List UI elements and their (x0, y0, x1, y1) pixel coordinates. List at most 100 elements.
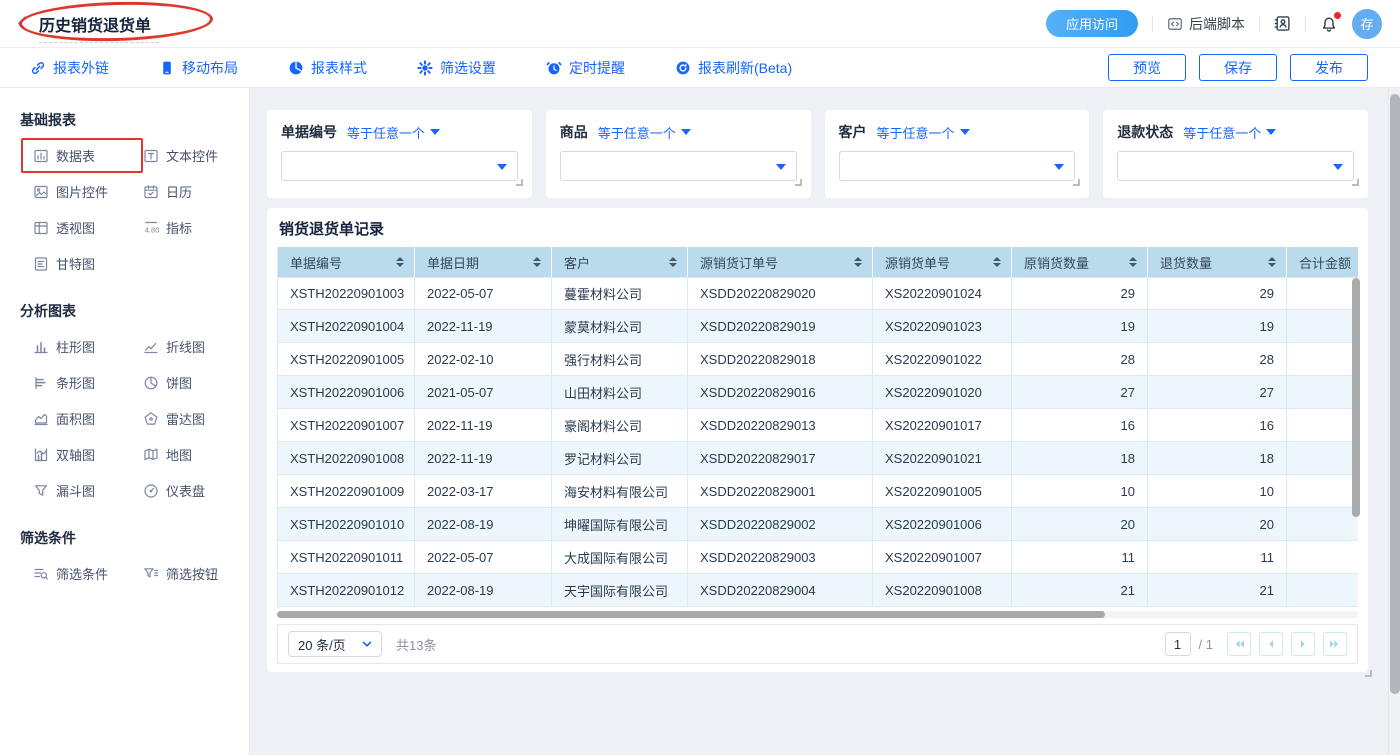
sidebar-item-label: 文本控件 (166, 146, 218, 165)
filter-value-select[interactable] (1117, 151, 1354, 181)
table-vertical-scrollbar[interactable] (1352, 278, 1360, 517)
sort-icon[interactable] (669, 257, 677, 267)
toolbar-item-label: 报表样式 (311, 58, 367, 78)
filter-operator-dropdown[interactable]: 等于任意一个 (1183, 123, 1276, 142)
table-row[interactable]: XSTH202209010062021-05-07山田材料公司XSDD20220… (277, 376, 1358, 409)
members-button[interactable] (1274, 15, 1291, 32)
filter-operator-label: 等于任意一个 (598, 123, 676, 142)
chevron-down-icon (362, 640, 372, 648)
sidebar-item-map[interactable]: 地图 (143, 445, 247, 464)
avatar[interactable]: 存 (1352, 9, 1382, 39)
title-dashed-underline (39, 42, 159, 43)
sidebar-item-area-chart[interactable]: 面积图 (33, 409, 137, 428)
page-number-input[interactable] (1165, 632, 1191, 656)
column-header[interactable]: 原销货数量 (1012, 247, 1148, 277)
table-row[interactable]: XSTH202209010032022-05-07蔓霍材料公司XSDD20220… (277, 277, 1358, 310)
toolbar-item-label: 报表刷新(Beta) (698, 58, 792, 78)
sidebar-item-calendar[interactable]: 日历 (143, 182, 247, 201)
sort-icon[interactable] (1129, 257, 1137, 267)
next-page-button[interactable] (1291, 632, 1315, 656)
app-access-button[interactable]: 应用访问 (1046, 10, 1138, 37)
sidebar-item-radar-chart[interactable]: 雷达图 (143, 409, 247, 428)
table-row[interactable]: XSTH202209010072022-11-19豪阁材料公司XSDD20220… (277, 409, 1358, 442)
table-horizontal-scrollbar[interactable] (277, 611, 1358, 618)
table-row[interactable]: XSTH202209010102022-08-19坤曜国际有限公司XSDD202… (277, 508, 1358, 541)
toolbar-item-alarm[interactable]: 定时提醒 (546, 58, 625, 78)
publish-button[interactable]: 发布 (1290, 54, 1368, 81)
first-page-button[interactable] (1227, 632, 1251, 656)
table-cell: XS20220901020 (873, 376, 1012, 409)
sidebar-item-text-widget[interactable]: 文本控件 (143, 146, 247, 165)
notifications-button[interactable] (1320, 15, 1338, 33)
prev-page-button[interactable] (1259, 632, 1283, 656)
toolbar-item-mobile[interactable]: 移动布局 (159, 58, 238, 78)
toolbar-item-refresh[interactable]: 报表刷新(Beta) (675, 58, 792, 78)
horizontal-scrollbar-thumb[interactable] (277, 611, 1105, 618)
sidebar-item-gantt[interactable]: 甘特图 (33, 254, 137, 273)
filter-value-select[interactable] (560, 151, 797, 181)
widget-resize-handle[interactable] (1352, 179, 1359, 186)
sort-icon[interactable] (854, 257, 862, 267)
sidebar-item-image-widget[interactable]: 图片控件 (33, 182, 137, 201)
sidebar-item-filter-condition[interactable]: 筛选条件 (33, 564, 137, 583)
sort-icon[interactable] (1268, 257, 1276, 267)
sidebar-item-label: 漏斗图 (56, 481, 95, 500)
preview-button[interactable]: 预览 (1108, 54, 1186, 81)
widget-resize-handle[interactable] (1365, 670, 1372, 677)
last-page-button[interactable] (1323, 632, 1347, 656)
sidebar-item-column-chart[interactable]: 柱形图 (33, 337, 137, 356)
table-row[interactable]: XSTH202209010122022-08-19天宇国际有限公司XSDD202… (277, 574, 1358, 607)
sidebar-item-data-table[interactable]: 数据表 (33, 146, 137, 165)
sort-icon[interactable] (993, 257, 1001, 267)
widget-resize-handle[interactable] (1073, 179, 1080, 186)
column-header[interactable]: 退货数量 (1148, 247, 1287, 277)
filter-widget[interactable]: 退款状态等于任意一个 (1103, 110, 1368, 198)
table-row[interactable]: XSTH202209010042022-11-19蒙莫材料公司XSDD20220… (277, 310, 1358, 343)
table-row[interactable]: XSTH202209010082022-11-19罗记材料公司XSDD20220… (277, 442, 1358, 475)
filter-operator-dropdown[interactable]: 等于任意一个 (347, 123, 440, 142)
table-row[interactable]: XSTH202209010112022-05-07大成国际有限公司XSDD202… (277, 541, 1358, 574)
column-header[interactable]: 单据日期 (415, 247, 552, 277)
sidebar-item-gauge[interactable]: 仪表盘 (143, 481, 247, 500)
filter-operator-dropdown[interactable]: 等于任意一个 (877, 123, 970, 142)
back-button[interactable] (14, 15, 31, 32)
widget-resize-handle[interactable] (795, 179, 802, 186)
toolbar-item-gear[interactable]: 筛选设置 (417, 58, 496, 78)
sidebar-item-metric[interactable]: 4.80指标 (143, 218, 247, 237)
sidebar-item-line-chart[interactable]: 折线图 (143, 337, 247, 356)
page-scrollbar-thumb[interactable] (1390, 94, 1400, 694)
sidebar-item-bar-chart[interactable]: 条形图 (33, 373, 137, 392)
save-button[interactable]: 保存 (1199, 54, 1277, 81)
column-header[interactable]: 合计金额 (1287, 247, 1358, 277)
table-row[interactable]: XSTH202209010052022-02-10强行材料公司XSDD20220… (277, 343, 1358, 376)
filter-value-select[interactable] (281, 151, 518, 181)
caret-down-icon (497, 164, 507, 170)
sidebar-item-filter-button[interactable]: 筛选按钮 (143, 564, 247, 583)
sidebar-item-pivot-table[interactable]: 透视图 (33, 218, 137, 237)
filter-value-select[interactable] (839, 151, 1076, 181)
sort-icon[interactable] (396, 257, 404, 267)
sort-icon[interactable] (533, 257, 541, 267)
page-vertical-scrollbar[interactable] (1388, 88, 1400, 755)
sidebar-item-label: 条形图 (56, 373, 95, 392)
filter-widget[interactable]: 单据编号等于任意一个 (267, 110, 532, 198)
widget-resize-handle[interactable] (516, 179, 523, 186)
backend-script-button[interactable]: 后端脚本 (1167, 14, 1245, 34)
page-size-select[interactable]: 20 条/页 (288, 631, 382, 657)
filter-operator-dropdown[interactable]: 等于任意一个 (598, 123, 691, 142)
table-row[interactable]: XSTH202209010092022-03-17海安材料有限公司XSDD202… (277, 475, 1358, 508)
column-header[interactable]: 源销货单号 (873, 247, 1012, 277)
column-header[interactable]: 单据编号 (277, 247, 415, 277)
toolbar-item-link[interactable]: 报表外链 (30, 58, 109, 78)
data-table-widget[interactable]: 销货退货单记录 单据编号单据日期客户源销货订单号源销货单号原销货数量退货数量合计… (267, 208, 1368, 672)
sidebar-item-pie-chart[interactable]: 饼图 (143, 373, 247, 392)
table-cell: 2022-05-07 (415, 277, 552, 310)
toolbar-item-pie-style[interactable]: 报表样式 (288, 58, 367, 78)
column-header[interactable]: 源销货订单号 (688, 247, 873, 277)
table-cell (1287, 508, 1358, 541)
column-header[interactable]: 客户 (552, 247, 688, 277)
filter-widget[interactable]: 商品等于任意一个 (546, 110, 811, 198)
sidebar-item-funnel-chart[interactable]: 漏斗图 (33, 481, 137, 500)
sidebar-item-dual-axis[interactable]: 双轴图 (33, 445, 137, 464)
filter-widget[interactable]: 客户等于任意一个 (825, 110, 1090, 198)
